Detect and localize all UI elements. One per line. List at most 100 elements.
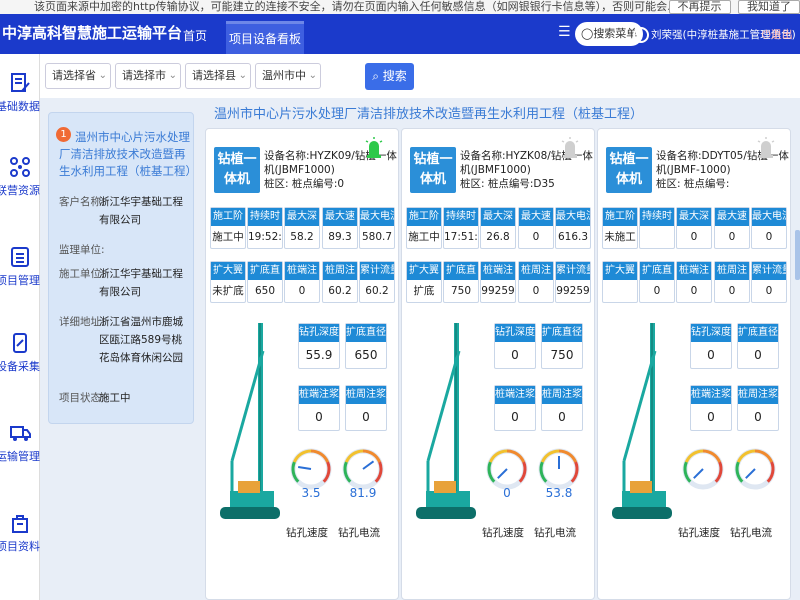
device-card[interactable]: 钻植一体机 设备名称:HYZK08/钻植一体机(JBMF1000) 桩区: 桩点编号… (401, 128, 595, 600)
sidebar-item-device-collection[interactable]: 设备采集 (0, 332, 40, 374)
metric-cell: 桩端注 0 (284, 261, 320, 303)
pile-info: 桩区: 桩点编号:0 (264, 178, 345, 190)
file-bag-icon (12, 515, 28, 533)
metric-cell: 累计流量0 (751, 261, 787, 303)
summary-box: 桩端注浆量 0 (298, 385, 349, 431)
status-light-icon (757, 137, 775, 158)
drilling-rig-image (220, 323, 280, 519)
tab-home[interactable]: 首页 (168, 21, 222, 54)
client-row: 客户名称: 浙江华宇基础工程有限公司 (59, 196, 183, 226)
sidebar-label: 联营资源 (0, 184, 40, 197)
gauge-value: 3.5 (301, 486, 320, 500)
metric-cell: 扩大翼 (602, 261, 638, 303)
project-name[interactable]: 温州市中心片污水处理厂清洁排放技术改造暨再生水利用工程（桩基工程） (59, 129, 197, 180)
project-card[interactable]: 1 温州市中心片污水处理厂清洁排放技术改造暨再生水利用工程（桩基工程） 客户名称… (48, 112, 197, 424)
metric-cell: 施工阶 施工中 (210, 207, 246, 249)
summary-box: 扩底直径 750 (541, 323, 583, 369)
sidebar-item-basic-data[interactable]: 基础数据 (0, 72, 40, 114)
metric-cell: 桩端注 99259 (480, 261, 516, 303)
device-type-badge: 钻植一体机 (606, 147, 652, 193)
dont-show-again-button[interactable]: 不再提示 (668, 0, 731, 14)
gauge-value: 81.9 (350, 486, 377, 500)
scrollbar[interactable] (795, 230, 800, 280)
gauge-band (558, 449, 578, 463)
got-it-button[interactable]: 我知道了 (738, 0, 800, 14)
gauge-band (488, 449, 508, 463)
tab-label: 项目设备看板 (228, 32, 301, 46)
metric-cell: 扩大翼 扩底 (406, 261, 442, 303)
tab-project-device-board[interactable]: 项目设备看板✕ (226, 21, 304, 75)
summary-box: 桩周注浆量 0 (345, 385, 396, 431)
summary-box: 扩底直径 650 (345, 323, 387, 369)
search-icon: ⌕ (372, 69, 379, 83)
menu-icon[interactable]: ☰ (558, 24, 571, 40)
logout-button[interactable]: ⏻退出 (762, 26, 793, 42)
metric-cell: 施工阶 施工中 (406, 207, 442, 249)
gauge-needle (298, 465, 312, 470)
district-select[interactable]: 请选择县 ⌄ (185, 63, 251, 89)
search-button[interactable]: ⌕ 搜索 (365, 63, 414, 90)
chevron-down-icon: ⌄ (168, 70, 177, 81)
metric-cell: 最大深 0 (676, 207, 712, 249)
gauge-needle (693, 468, 704, 479)
device-card[interactable]: 钻植一体机 设备名称:DDYT05/钻植一体机(JBMF-1000) 桩区: 桩点编… (597, 128, 791, 600)
gauge-band (702, 449, 722, 463)
tablet-icon (13, 333, 27, 353)
logout-label: 退出 (770, 28, 793, 41)
metric-cell: 桩周注 0 (518, 261, 554, 303)
gauge-band (292, 449, 312, 463)
city-select[interactable]: 请选择市 ⌄ (115, 63, 181, 89)
metric-cell: 持续时 (639, 207, 675, 249)
project-select[interactable]: 温州市中 ⌄ (255, 63, 321, 89)
sidebar-item-project-documents[interactable]: 项目资料 (0, 512, 40, 554)
sidebar-item-project-management[interactable]: 项目管理 (0, 246, 40, 288)
metric-cell: 持续时17:51:26 (443, 207, 479, 249)
summary-box: 扩底直径 0 (737, 323, 779, 369)
metric-cell: 桩周注 0 (714, 261, 750, 303)
metric-cell: 最大电流580.7 (359, 207, 395, 249)
device-card[interactable]: 钻植一体机 设备名称:HYZK09/钻植一体机(JBMF1000) 桩区: 桩点编号… (205, 128, 399, 600)
gauge-value: 53.8 (546, 486, 573, 500)
status-light-icon (365, 137, 383, 158)
warning-text: 该页面来源中加密的http传输协议，可能建立的连接不安全，请勿在页面内输入任何敏… (34, 0, 678, 13)
summary-box: 桩端注浆量 0 (690, 385, 741, 431)
gauge: 3.5 (290, 448, 332, 500)
chevron-down-icon: ⌄ (238, 70, 247, 81)
metric-cell: 最大深 58.2 (284, 207, 320, 249)
metric-cell: 扩底直 750 (443, 261, 479, 303)
gauge-label: 钻孔电流 (338, 527, 380, 539)
sidebar-item-transport-management[interactable]: 运输管理 (0, 422, 40, 464)
metric-cell: 最大速 0 (518, 207, 554, 249)
gauge-band (362, 449, 382, 463)
gauge-band (310, 449, 330, 463)
gauge-needle (362, 460, 375, 470)
gauge-band (506, 449, 526, 463)
province-select[interactable]: 请选择省 ⌄ (45, 63, 111, 89)
sidebar-item-joint-resources[interactable]: 联营资源 (0, 156, 40, 198)
device-type-badge: 钻植一体机 (214, 147, 260, 193)
metric-cell: 累计流量60.2 (359, 261, 395, 303)
metric-cell: 扩底直 0 (639, 261, 675, 303)
filter-bar: 请选择省 ⌄ 请选择市 ⌄ 请选择县 ⌄ 温州市中 ⌄ ⌕ 搜索 (40, 54, 800, 98)
metric-cell: 施工阶 未施工 (602, 207, 638, 249)
drilling-rig-image (612, 323, 672, 519)
gauge (682, 448, 724, 490)
metric-cell: 持续时19:52:05 (247, 207, 283, 249)
gauge-label: 钻孔电流 (534, 527, 576, 539)
security-warning-bar: 该页面来源中加密的http传输协议，可能建立的连接不安全，请勿在页面内输入任何敏… (0, 0, 800, 14)
chevron-down-icon: ⌄ (98, 70, 107, 81)
summary-box: 桩周注浆量 0 (541, 385, 592, 431)
pile-info: 桩区: 桩点编号: (656, 178, 730, 190)
gauge-label: 钻孔速度 (286, 527, 328, 539)
user-avatar-icon[interactable] (633, 27, 649, 43)
status-row: 项目状态: 施工中 (59, 392, 131, 404)
gauge-band (736, 449, 756, 463)
gauge-label: 钻孔电流 (730, 527, 772, 539)
sidebar-label: 项目管理 (0, 274, 40, 287)
sidebar-label: 运输管理 (0, 450, 40, 463)
summary-box: 钻孔深度 55.9 (298, 323, 340, 369)
gauge-needle (745, 468, 756, 479)
gauge-band (684, 449, 704, 463)
sidebar: 基础数据 联营资源 项目管理 设备采集 运输管理 项目资料 (0, 54, 40, 600)
metric-cell: 扩大翼 未扩底 (210, 261, 246, 303)
